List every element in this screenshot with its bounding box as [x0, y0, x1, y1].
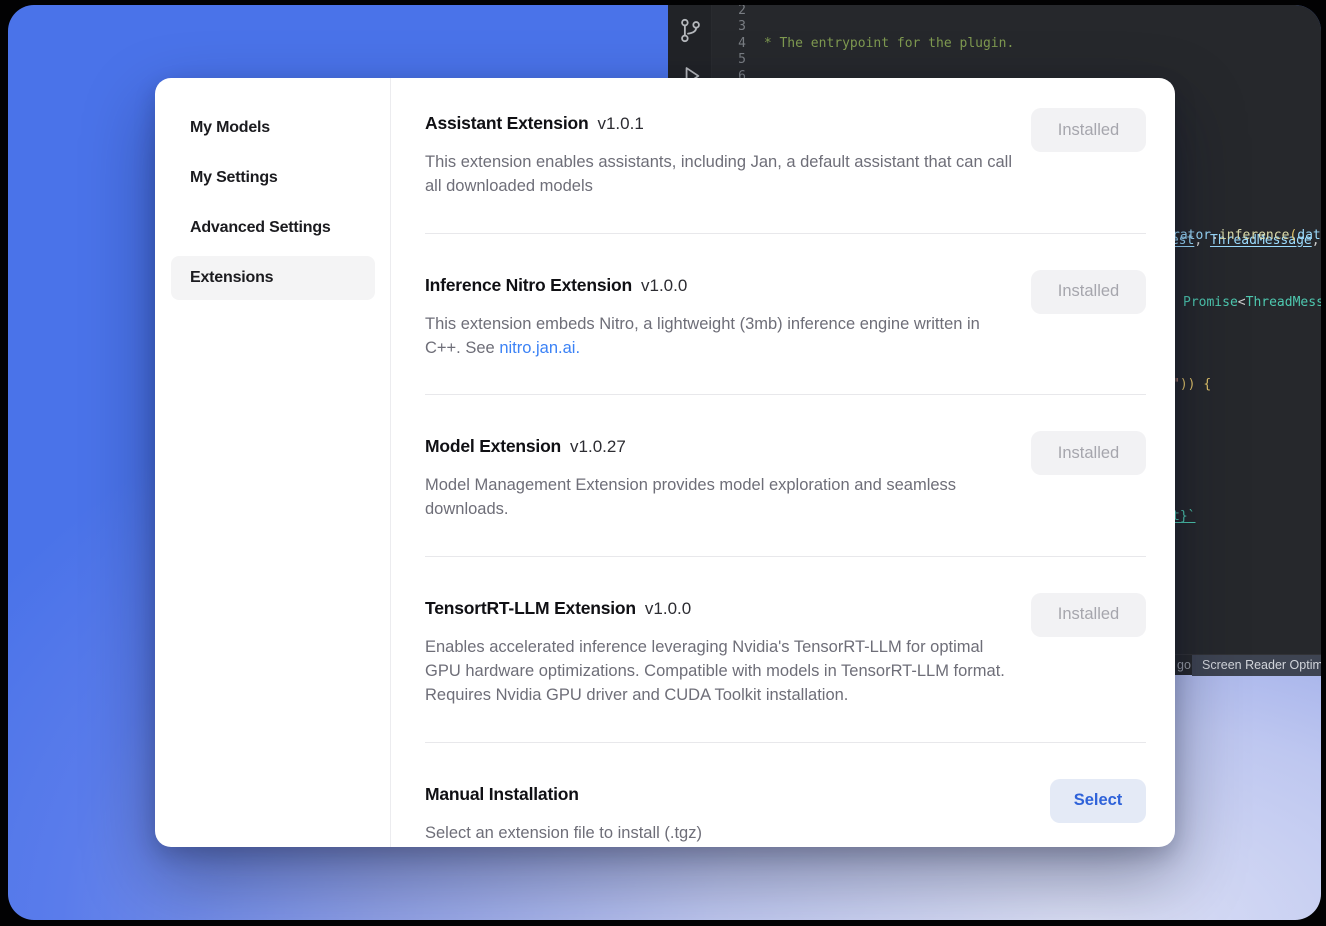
sidebar-item-my-settings[interactable]: My Settings	[171, 156, 375, 200]
extension-description: This extension embeds Nitro, a lightweig…	[425, 312, 1013, 361]
code-fragment: t}`	[1172, 509, 1195, 524]
hero-background: 2 3 4 5 6 * The entrypoint for the plugi…	[8, 5, 1321, 920]
installed-button[interactable]: Installed	[1031, 593, 1146, 637]
code-fragment: ")) {	[1172, 377, 1211, 392]
status-bar-text: go	[1177, 655, 1191, 676]
nitro-jan-ai-link[interactable]: nitro.jan.ai.	[499, 339, 580, 357]
manual-installation-title: Manual Installation	[425, 784, 579, 804]
extension-name: Model Extension	[425, 436, 561, 456]
extension-name: Assistant Extension	[425, 113, 588, 133]
extension-version: v1.0.27	[570, 437, 626, 456]
settings-sidebar: My Models My Settings Advanced Settings …	[155, 78, 391, 847]
extension-item-model: Model Extension v1.0.27 Model Management …	[425, 431, 1146, 522]
extension-name: Inference Nitro Extension	[425, 275, 632, 295]
manual-installation-item: Manual Installation Select an extension …	[425, 779, 1146, 845]
divider	[425, 556, 1146, 557]
manual-installation-description: Select an extension file to install (.tg…	[425, 821, 702, 845]
extension-description: Model Management Extension provides mode…	[425, 473, 1013, 522]
code-line: * The entrypoint for the plugin.	[756, 36, 1321, 52]
sidebar-item-advanced-settings[interactable]: Advanced Settings	[171, 206, 375, 250]
code-fragment: Promise<ThreadMessage>	[1183, 295, 1321, 310]
extension-version: v1.0.0	[645, 599, 691, 618]
divider	[425, 394, 1146, 395]
extension-description: This extension enables assistants, inclu…	[425, 150, 1013, 199]
extension-item-inference-nitro: Inference Nitro Extension v1.0.0 This ext…	[425, 270, 1146, 361]
source-control-icon	[677, 17, 704, 44]
divider	[425, 233, 1146, 234]
extension-name: TensortRT-LLM Extension	[425, 598, 636, 618]
code-fragment: rator.inference(data));	[1172, 228, 1321, 243]
extensions-panel: Assistant Extension v1.0.1 This extension…	[391, 78, 1175, 847]
extension-item-tensorrt-llm: TensortRT-LLM Extension v1.0.0 Enables ac…	[425, 593, 1146, 708]
sidebar-item-my-models[interactable]: My Models	[171, 106, 375, 150]
installed-button[interactable]: Installed	[1031, 270, 1146, 314]
installed-button[interactable]: Installed	[1031, 431, 1146, 475]
extension-version: v1.0.0	[641, 276, 687, 295]
sidebar-item-extensions[interactable]: Extensions	[171, 256, 375, 300]
extension-version: v1.0.1	[597, 114, 643, 133]
editor-line-numbers: 2 3 4 5 6	[712, 5, 746, 85]
extension-description: Enables accelerated inference leveraging…	[425, 635, 1013, 708]
extension-item-assistant: Assistant Extension v1.0.1 This extension…	[425, 108, 1146, 199]
settings-modal: My Models My Settings Advanced Settings …	[155, 78, 1175, 847]
screen-reader-optimized-segment: Screen Reader Optimized	[1192, 655, 1321, 676]
divider	[425, 742, 1146, 743]
select-file-button[interactable]: Select	[1050, 779, 1146, 823]
installed-button[interactable]: Installed	[1031, 108, 1146, 152]
